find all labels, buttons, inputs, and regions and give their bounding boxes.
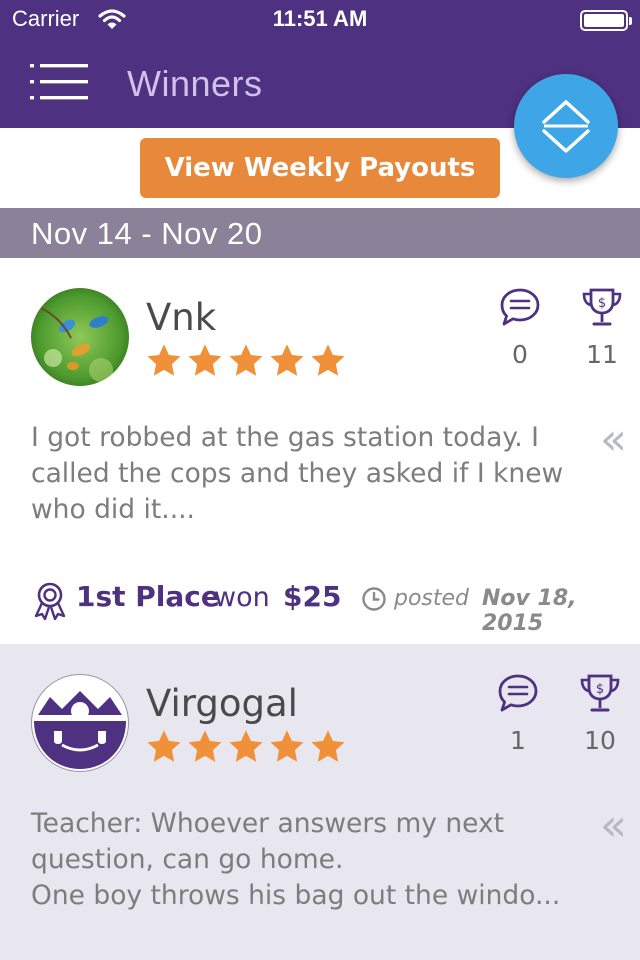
- winner-post-card[interactable]: Virgogal 1 $ 10 « Teacher: Whoever answe…: [0, 644, 640, 960]
- trophies-stat[interactable]: $ 11: [572, 286, 632, 369]
- prize-meta: 1st Place won $25 posted Nov 18, 2015: [30, 578, 630, 636]
- avatar[interactable]: [31, 674, 129, 772]
- chevron-left-double-icon[interactable]: «: [600, 800, 627, 851]
- star-icon: [147, 730, 181, 762]
- trophy-icon: $: [580, 674, 620, 712]
- week-range-label: Nov 14 - Nov 20: [31, 216, 263, 251]
- post-text[interactable]: I got robbed at the gas station today. I…: [31, 420, 591, 528]
- star-icon: [147, 344, 181, 376]
- trophy-count: 11: [586, 340, 618, 369]
- star-icon: [229, 730, 263, 762]
- ribbon-icon: [30, 580, 70, 624]
- star-icon: [188, 730, 222, 762]
- star-icon: [188, 344, 222, 376]
- won-label: won: [214, 582, 270, 613]
- battery-icon: [580, 10, 632, 31]
- trophy-count: 10: [584, 726, 616, 755]
- view-weekly-payouts-button[interactable]: View Weekly Payouts: [140, 138, 500, 198]
- username[interactable]: Virgogal: [146, 682, 298, 725]
- comment-icon: [498, 674, 538, 712]
- prize-amount: $25: [283, 580, 342, 613]
- comments-stat[interactable]: 0: [490, 286, 550, 369]
- comment-count: 1: [510, 726, 526, 755]
- star-icon: [270, 344, 304, 376]
- star-icon: [229, 344, 263, 376]
- star-icon: [270, 730, 304, 762]
- star-rating: [145, 342, 350, 382]
- status-bar: Carrier 11:51 AM: [0, 0, 640, 40]
- week-section-header: Nov 14 - Nov 20: [0, 208, 640, 258]
- star-icon: [311, 344, 345, 376]
- posted-label: posted: [394, 586, 470, 611]
- chevron-left-double-icon[interactable]: «: [600, 414, 627, 465]
- status-time: 11:51 AM: [272, 6, 368, 31]
- avatar[interactable]: [31, 288, 129, 386]
- comment-icon: [500, 288, 540, 326]
- sort-icon: [542, 100, 590, 153]
- comment-count: 0: [512, 340, 528, 369]
- svg-text:$: $: [596, 682, 604, 697]
- menu-icon[interactable]: [30, 62, 90, 102]
- sort-button[interactable]: [514, 74, 618, 178]
- trophy-icon: $: [582, 288, 622, 326]
- comments-stat[interactable]: 1: [488, 672, 548, 755]
- svg-text:$: $: [598, 296, 606, 311]
- winner-post-card[interactable]: Vnk 0 $ 11 « I got robbed at the gas sta…: [0, 258, 640, 644]
- clock-icon: [361, 586, 387, 616]
- username[interactable]: Vnk: [146, 296, 216, 339]
- post-text[interactable]: Teacher: Whoever answers my next questio…: [31, 806, 591, 914]
- star-rating: [145, 728, 350, 768]
- trophies-stat[interactable]: $ 10: [570, 672, 630, 755]
- place-label: 1st Place: [76, 580, 220, 613]
- page-title: Winners: [127, 63, 263, 104]
- post-date: Nov 18, 2015: [482, 586, 577, 636]
- star-icon: [311, 730, 345, 762]
